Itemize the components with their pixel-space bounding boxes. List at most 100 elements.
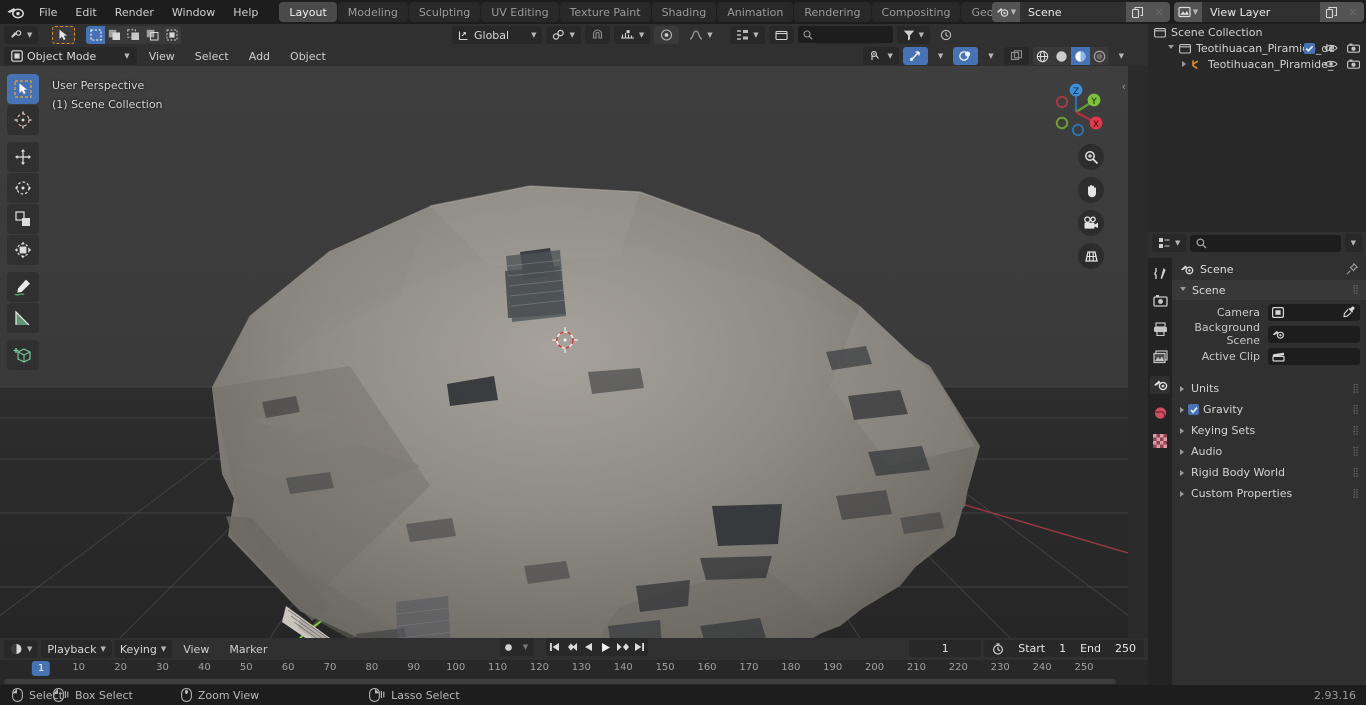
proportional-edit-group[interactable]: ▼ [613,26,651,44]
outliner-row-2[interactable]: Teotihuacan_Piramide_de [1148,56,1366,72]
workspace-tab-texture-paint[interactable]: Texture Paint [559,2,651,22]
scene-name-field[interactable]: Scene [1020,2,1126,22]
property-value-field[interactable] [1268,325,1360,343]
new-view-layer-button[interactable] [1320,2,1342,22]
zoom-icon[interactable] [1078,144,1104,170]
move-tool[interactable] [7,142,39,172]
material-preview-shading-icon[interactable] [1070,47,1090,65]
hide-in-viewport-icon[interactable] [1324,43,1338,53]
select-subtract-icon[interactable] [124,26,144,44]
scene-panel-header[interactable]: Scene ⣿ [1172,280,1366,300]
outliner-row-1[interactable]: Teotihuacan_Piramide_de_la_ [1148,40,1366,56]
accordion-rigid-body-world[interactable]: Rigid Body World ⣿ [1172,462,1366,483]
tool-icon[interactable] [1150,264,1170,282]
shading-dropdown[interactable]: ▼ [1113,47,1130,65]
menu-edit[interactable]: Edit [66,3,105,22]
timeline-menu-marker[interactable]: Marker [220,640,276,659]
delete-view-layer-button[interactable]: ✕ [1342,2,1364,22]
editor-type-selector[interactable]: ▼ [4,26,39,44]
interaction-mode-selector[interactable]: Object Mode ▼ [4,47,137,65]
end-value[interactable]: 250 [1115,642,1136,655]
object-visibility-selector[interactable]: ▼ [863,47,899,65]
workspace-tab-layout[interactable]: Layout [279,2,337,22]
outliner-display-mode[interactable]: ▼ [730,26,765,44]
rotate-tool[interactable] [7,173,39,203]
viewport-menu-select[interactable]: Select [186,47,238,66]
chevron-right-icon[interactable] [1180,469,1184,476]
add-cube-tool[interactable] [7,340,39,370]
chevron-right-icon[interactable] [1180,385,1184,392]
view-layer-selector[interactable]: ▼ View Layer ✕ [1174,2,1364,22]
timeline-ruler[interactable]: 10 20 30 40 50 60 70 80 90 100 110 120 130 140 150 160 1… [0,660,1148,677]
workspace-tab-rendering[interactable]: Rendering [794,2,871,22]
transform-orientation-selector[interactable]: Global ▼ [452,26,543,44]
navigation-gizmo[interactable]: Z Y X [1042,78,1110,146]
grid-ortho-icon[interactable] [1078,243,1104,269]
property-value-field[interactable] [1268,303,1360,321]
viewport-menu-object[interactable]: Object [281,47,335,66]
outliner-row-0[interactable]: Scene Collection [1148,24,1366,40]
exclude-checkbox[interactable] [1304,42,1315,54]
properties-editor-type[interactable]: ▼ [1152,234,1187,252]
chevron-right-icon[interactable] [1180,427,1184,434]
jump-prev-keyframe-button[interactable] [563,638,580,656]
timeline-menu-keying[interactable]: Keying ▼ [113,640,173,658]
select-intersect-icon[interactable] [162,26,182,44]
cursor-tool[interactable] [7,105,39,135]
texture-icon[interactable] [1150,432,1170,450]
play-button[interactable] [597,638,614,656]
transform-tool[interactable] [7,235,39,265]
auto-keying-toggle[interactable] [500,638,517,656]
view-layer-name-field[interactable]: View Layer [1202,2,1320,22]
timeline-menu-playback[interactable]: Playback ▼ [41,640,112,658]
scene-selector[interactable]: ▼ Scene ✕ [992,2,1170,22]
disable-in-render-icon[interactable] [1347,43,1360,53]
3d-viewport[interactable]: User Perspective (1) Scene Collection Z … [0,66,1128,638]
select-set-icon[interactable] [86,26,106,44]
accordion-gravity[interactable]: Gravity ⣿ [1172,399,1366,420]
active-tool-display[interactable] [52,26,76,44]
workspace-tab-modeling[interactable]: Modeling [337,2,408,22]
render-icon[interactable] [1150,292,1170,310]
overlays-dropdown[interactable]: ▼ [982,47,999,65]
jump-to-end-button[interactable] [631,638,648,656]
outliner-search-input[interactable] [797,26,893,43]
jump-next-keyframe-button[interactable] [614,638,631,656]
current-frame-field[interactable]: 1 [909,640,982,657]
solid-shading-icon[interactable] [1051,47,1071,65]
gizmo-dropdown[interactable]: ▼ [932,47,949,65]
output-icon[interactable] [1150,320,1170,338]
workspace-tab-shading[interactable]: Shading [651,2,717,22]
timeline-editor-type[interactable]: ▼ [4,640,39,658]
accordion-audio[interactable]: Audio ⣿ [1172,441,1366,462]
workspace-tab-compositing[interactable]: Compositing [871,2,961,22]
outliner-filter-button[interactable]: ▼ [896,26,930,44]
workspace-tab-uv-editing[interactable]: UV Editing [481,2,559,22]
accordion-units[interactable]: Units ⣿ [1172,378,1366,399]
transport-controls[interactable] [546,638,648,656]
disclosure-triangle-icon[interactable] [1168,44,1174,52]
timeline-playhead[interactable]: 1 [31,661,51,676]
menu-render[interactable]: Render [106,3,163,22]
chevron-right-icon[interactable] [1180,490,1184,497]
select-extend-icon[interactable] [105,26,125,44]
menu-help[interactable]: Help [224,3,267,22]
select-invert-icon[interactable] [143,26,163,44]
menu-file[interactable]: File [30,3,66,22]
workspace-tab-animation[interactable]: Animation [717,2,794,22]
viewport-menu-view[interactable]: View [140,47,184,66]
eyedropper-icon[interactable] [1343,306,1355,318]
jump-to-start-button[interactable] [546,638,563,656]
disable-in-render-icon[interactable] [1347,59,1360,69]
scale-tool[interactable] [7,204,39,234]
outliner-filter-new-collection[interactable] [768,26,794,44]
properties-search-input[interactable] [1190,234,1341,252]
falloff-selector[interactable]: ▼ [683,26,718,44]
hide-in-viewport-icon[interactable] [1324,59,1338,69]
chevron-right-icon[interactable] [1180,406,1184,413]
rendered-shading-icon[interactable] [1089,47,1109,65]
tweak-select-tool[interactable] [7,74,39,104]
new-scene-button[interactable] [1126,2,1148,22]
menu-window[interactable]: Window [163,3,224,22]
delete-scene-button[interactable]: ✕ [1148,2,1170,22]
